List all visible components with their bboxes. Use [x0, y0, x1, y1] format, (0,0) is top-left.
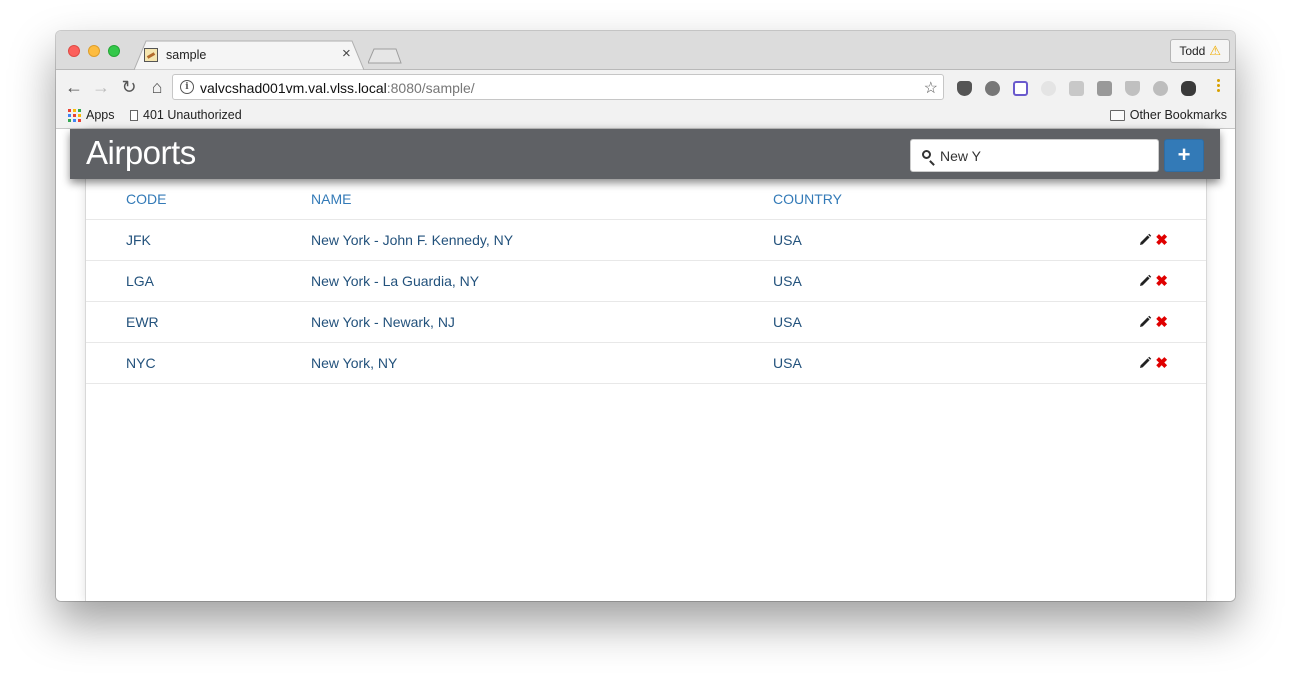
- tab-sample[interactable]: sample ×: [134, 40, 364, 70]
- cell-actions: ✖: [1118, 301, 1206, 343]
- browser-toolbar: ← → ↻ ⌂ i valvcshad001vm.val.vlss.local:…: [56, 70, 1235, 104]
- cell-name[interactable]: New York - John F. Kennedy, NY: [311, 219, 773, 261]
- bookmark-401-label: 401 Unauthorized: [143, 108, 242, 122]
- new-tab-button[interactable]: [368, 48, 402, 64]
- cell-country[interactable]: USA: [773, 219, 1118, 261]
- tab-title: sample: [166, 48, 207, 62]
- tab-close-icon[interactable]: ×: [342, 45, 351, 62]
- warning-icon: ⚠: [1209, 43, 1221, 58]
- delete-x-icon[interactable]: ✖: [1155, 354, 1168, 372]
- bookmarks-bar: Apps 401 Unauthorized Other Bookmarks: [56, 104, 1235, 129]
- url-text[interactable]: valvcshad001vm.val.vlss.local:8080/sampl…: [200, 80, 475, 96]
- pocket-extension-icon[interactable]: [957, 81, 972, 96]
- cell-actions: ✖: [1118, 219, 1206, 261]
- profile-name: Todd: [1179, 44, 1206, 58]
- forward-arrow-icon[interactable]: →: [91, 77, 111, 97]
- table-row: NYC New York, NY USA ✖: [86, 342, 1206, 384]
- cell-name[interactable]: New York, NY: [311, 342, 773, 384]
- back-arrow-icon[interactable]: ←: [64, 77, 84, 97]
- cell-country[interactable]: USA: [773, 301, 1118, 343]
- edit-pencil-icon[interactable]: [1138, 233, 1152, 247]
- cell-name[interactable]: New York - La Guardia, NY: [311, 260, 773, 302]
- search-field[interactable]: [910, 139, 1159, 172]
- folder-icon: [1109, 109, 1125, 121]
- page-viewport: Airports + CODE NAME COUNTRY: [56, 129, 1235, 601]
- page-icon: [130, 109, 138, 121]
- search-input[interactable]: [940, 146, 1140, 166]
- tab-strip: sample × Todd ⚠: [56, 31, 1235, 70]
- bookmark-401[interactable]: 401 Unauthorized: [130, 108, 242, 122]
- cell-code[interactable]: LGA: [86, 260, 311, 302]
- g-extension-icon[interactable]: [1069, 81, 1084, 96]
- delete-x-icon[interactable]: ✖: [1155, 231, 1168, 249]
- column-header-country[interactable]: COUNTRY: [773, 179, 1118, 220]
- cell-code[interactable]: JFK: [86, 219, 311, 261]
- address-bar[interactable]: i valvcshad001vm.val.vlss.local:8080/sam…: [172, 74, 944, 100]
- column-header-actions: [1118, 179, 1206, 220]
- bookmark-other-label: Other Bookmarks: [1129, 108, 1227, 122]
- profile-button[interactable]: Todd ⚠: [1170, 39, 1230, 63]
- home-icon[interactable]: ⌂: [147, 77, 167, 97]
- edit-pencil-icon[interactable]: [1138, 315, 1152, 329]
- bookmark-star-icon[interactable]: ☆: [924, 78, 938, 98]
- column-header-name[interactable]: NAME: [311, 179, 773, 220]
- table-row: LGA New York - La Guardia, NY USA ✖: [86, 260, 1206, 302]
- reload-icon[interactable]: ↻: [119, 77, 139, 97]
- sync-extension-icon[interactable]: [1041, 81, 1056, 96]
- cell-code[interactable]: NYC: [86, 342, 311, 384]
- cell-code[interactable]: EWR: [86, 301, 311, 343]
- cell-country[interactable]: USA: [773, 260, 1118, 302]
- airports-table: CODE NAME COUNTRY JFK New York - John F.…: [86, 179, 1206, 384]
- cell-name[interactable]: New York - Newark, NJ: [311, 301, 773, 343]
- table-header-row: CODE NAME COUNTRY: [86, 179, 1206, 220]
- add-airport-button[interactable]: +: [1164, 139, 1204, 172]
- browser-window: sample × Todd ⚠ ← → ↻ ⌂ i valvcshad001vm…: [56, 31, 1235, 601]
- cell-actions: ✖: [1118, 260, 1206, 302]
- content-panel: CODE NAME COUNTRY JFK New York - John F.…: [85, 129, 1207, 601]
- edit-pencil-icon[interactable]: [1138, 356, 1152, 370]
- menu-kebab-icon[interactable]: [1217, 79, 1221, 94]
- app-header: Airports +: [70, 129, 1220, 179]
- evernote-extension-icon[interactable]: [1181, 81, 1196, 96]
- table-row: EWR New York - Newark, NJ USA ✖: [86, 301, 1206, 343]
- search-icon: [922, 150, 931, 159]
- screenshot-extension-icon[interactable]: [1097, 81, 1112, 96]
- cell-actions: ✖: [1118, 342, 1206, 384]
- apps-grid-icon: [68, 108, 81, 122]
- column-header-code[interactable]: CODE: [86, 179, 311, 220]
- cluster-extension-icon[interactable]: [1153, 81, 1168, 96]
- columns-extension-icon[interactable]: [1013, 81, 1028, 96]
- edit-pencil-icon[interactable]: [1138, 274, 1152, 288]
- bookmark-apps[interactable]: Apps: [68, 108, 115, 122]
- table-row: JFK New York - John F. Kennedy, NY USA ✖: [86, 219, 1206, 261]
- minimize-window-button[interactable]: [88, 45, 100, 57]
- page-title: Airports: [86, 134, 196, 171]
- delete-x-icon[interactable]: ✖: [1155, 272, 1168, 290]
- info-icon[interactable]: i: [180, 80, 194, 94]
- bookmark-other[interactable]: Other Bookmarks: [1109, 108, 1227, 122]
- favicon-icon: [144, 48, 158, 62]
- drive-extension-icon[interactable]: [1125, 81, 1140, 96]
- close-window-button[interactable]: [68, 45, 80, 57]
- bookmark-apps-label: Apps: [86, 108, 115, 122]
- maximize-window-button[interactable]: [108, 45, 120, 57]
- cell-country[interactable]: USA: [773, 342, 1118, 384]
- angular-extension-icon[interactable]: [985, 81, 1000, 96]
- delete-x-icon[interactable]: ✖: [1155, 313, 1168, 331]
